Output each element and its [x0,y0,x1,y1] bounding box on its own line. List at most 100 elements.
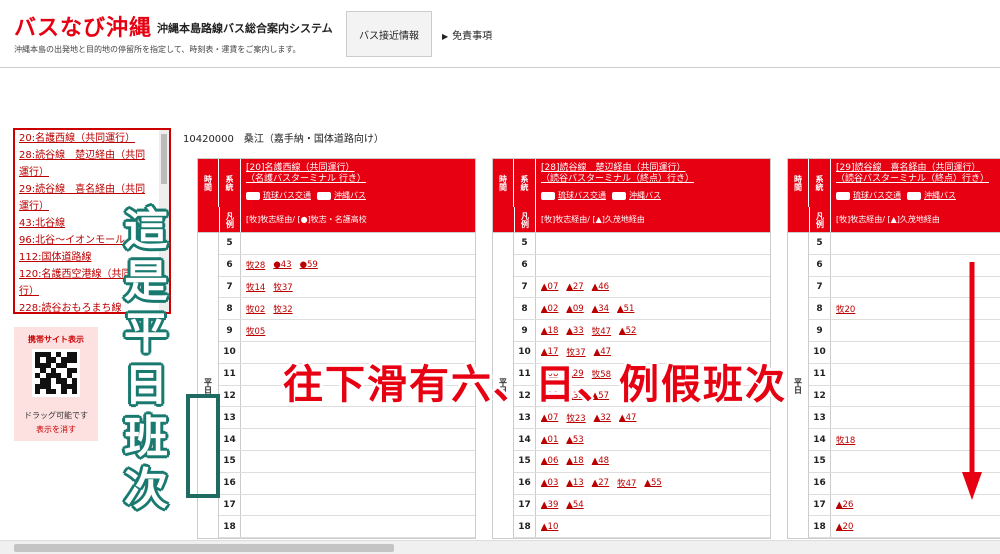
hour-cell: 7 [219,276,241,298]
qr-module [71,388,77,394]
operator-link[interactable]: 琉球バス交通 [246,190,311,201]
horizontal-scrollbar[interactable] [0,540,1000,554]
site-logo[interactable]: バスなび沖縄 [14,10,152,42]
hour-cell: 5 [219,233,241,254]
column-hour-label: 時間 [493,159,514,207]
route-list-item[interactable]: 20:名護西線（共同運行） [15,130,169,147]
departure-time-link[interactable]: ▲27 [592,478,609,488]
departure-time-link[interactable]: 牧05 [246,325,265,337]
departure-time-link[interactable]: 牧23 [566,412,585,424]
column-hour-label: 時間 [788,159,809,207]
operator-link[interactable]: 沖縄バス [907,190,956,201]
qr-hide-link[interactable]: 表示を消す [14,424,98,435]
departure-time-link[interactable]: ▲03 [541,478,558,488]
departure-time-link[interactable]: 牧28 [246,259,265,271]
route-title-link[interactable]: [28]読谷線 楚辺経由（共同運行） （読谷バスターミナル（終点）行き） [541,163,694,185]
column-hour-label: 時間 [198,159,219,207]
disclaimer-link[interactable]: ▶ 免責事項 [442,27,492,42]
operator-link[interactable]: 琉球バス交通 [541,190,606,201]
departure-time-link[interactable]: 牧20 [836,303,855,315]
departure-time-link[interactable]: 牧18 [836,434,855,446]
route-list-scroll-thumb[interactable] [161,134,167,184]
legend-spacer [493,207,514,232]
column-route-label: 系統 [514,159,536,207]
departure-time-link[interactable]: ▲07 [541,282,558,292]
operator-link[interactable]: 沖縄バス [612,190,661,201]
departure-time-link[interactable]: 牧32 [273,303,292,315]
minutes-cell: 牧28 ●43 ●59 [246,255,318,276]
departure-time-link[interactable]: ▲52 [619,326,636,336]
operator-link[interactable]: 琉球バス交通 [836,190,901,201]
hour-cell: 15 [809,450,831,472]
horizontal-scroll-thumb[interactable] [14,544,394,552]
departure-time-link[interactable]: ▲54 [566,500,583,510]
departure-time-link[interactable]: ▲34 [592,304,609,314]
departure-time-link[interactable]: ▲02 [541,304,558,314]
hour-cell: 8 [809,298,831,320]
departure-time-link[interactable]: 牧47 [592,325,611,337]
route-list-item[interactable]: 28:読谷線 楚辺経由（共同運行） [15,147,169,181]
operator-name: 琉球バス交通 [558,191,606,200]
departure-time-link[interactable]: ▲09 [566,304,583,314]
departure-time-link[interactable]: ▲51 [617,304,634,314]
site-tagline: 沖縄本島の出発地と目的地の停留所を指定して、時刻表・運賃をご案内します。 [14,45,301,54]
route-title-link[interactable]: [20]名護西線（共同運行） （名護バスターミナル 行き） [246,163,366,185]
departure-time-link[interactable]: ▲01 [541,435,558,445]
hour-cell: 5 [514,233,536,254]
hour-cell: 13 [809,407,831,429]
table-row: 14 ▲01 ▲53 [514,429,770,451]
overlay-caption-char: 次 [124,464,168,515]
operator-name: 沖縄バス [924,191,956,200]
operator-list: 琉球バス交通 沖縄バス [246,190,366,201]
bus-icon [612,191,626,200]
hour-cell: 8 [219,298,241,320]
departure-time-link[interactable]: ▲07 [541,413,558,423]
departure-time-link[interactable]: 牧02 [246,303,265,315]
route-title-link[interactable]: [29]読谷線 喜名経由（共同運行） （読谷バスターミナル（終点）行き） [836,163,989,185]
table-row: 18 [219,516,475,539]
departure-time-link[interactable]: ▲33 [566,326,583,336]
operator-list: 琉球バス交通 沖縄バス [836,190,956,201]
hour-cell: 5 [809,233,831,254]
bus-approach-button[interactable]: バス接近情報 [346,11,432,57]
overlay-caption-char: 是 [124,256,168,307]
departure-time-link[interactable]: ▲47 [619,413,636,423]
hour-cell: 10 [219,341,241,363]
hour-cell: 8 [514,298,536,320]
departure-time-link[interactable]: ▲18 [541,326,558,336]
hour-cell: 16 [514,472,536,494]
departure-time-link[interactable]: ▲55 [644,478,661,488]
departure-time-link[interactable]: ▲10 [541,522,558,532]
route-destination: （読谷バスターミナル（終点）行き） [836,174,990,184]
minutes-cell: ▲26 [836,495,853,516]
departure-time-link[interactable]: ▲13 [566,478,583,488]
departure-time-link[interactable]: ▲46 [592,282,609,292]
departure-time-link[interactable]: 牧47 [617,477,636,489]
hour-cell: 11 [219,363,241,385]
departure-time-link[interactable]: ▲39 [541,500,558,510]
departure-time-link[interactable]: ●43 [273,260,291,270]
timetable-header: 時間 系統 [28]読谷線 楚辺経由（共同運行） （読谷バスターミナル（終点）行き） 琉… [493,159,770,207]
hour-cell: 12 [809,385,831,407]
departure-time-link[interactable]: 牧14 [246,281,265,293]
departure-time-link[interactable]: ▲53 [566,435,583,445]
overlay-scroll-hint: 往下滑有六、日、例假班次 [283,362,787,408]
mobile-site-qr-panel[interactable]: 携帯サイト表示 ドラッグ可能です 表示を消す [14,327,98,441]
departure-time-link[interactable]: ▲06 [541,456,558,466]
play-triangle-icon: ▶ [442,32,449,41]
departure-time-link[interactable]: ▲18 [566,456,583,466]
departure-time-link[interactable]: ▲26 [836,500,853,510]
hour-cell: 12 [219,385,241,407]
bus-icon [541,191,555,200]
departure-time-link[interactable]: ▲20 [836,522,853,532]
departure-time-link[interactable]: ▲32 [594,413,611,423]
minutes-cell: 牧02 牧32 [246,298,293,319]
hour-cell: 18 [809,516,831,538]
departure-time-link[interactable]: 牧37 [273,281,292,293]
hour-cell: 14 [219,429,241,450]
departure-time-link[interactable]: ▲48 [592,456,609,466]
table-row: 7 牧14 牧37 [219,276,475,299]
operator-link[interactable]: 沖縄バス [317,190,366,201]
departure-time-link[interactable]: ●59 [300,260,318,270]
departure-time-link[interactable]: ▲27 [566,282,583,292]
